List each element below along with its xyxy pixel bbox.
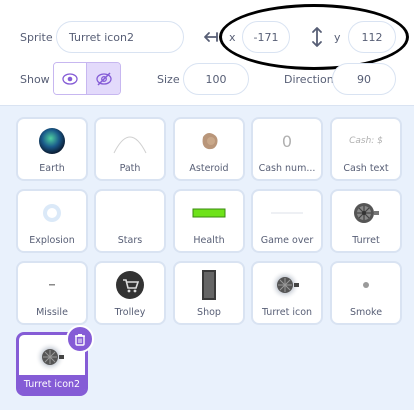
visibility-toggle-group: [53, 62, 121, 95]
sprite-tile[interactable]: Game over: [251, 189, 323, 253]
eye-icon: [62, 72, 78, 85]
sprite-tile[interactable]: Stars: [94, 189, 166, 253]
sprite-tile[interactable]: Smoke: [330, 261, 402, 325]
eye-slash-icon: [95, 71, 112, 86]
earth-icon: [18, 123, 86, 159]
sprite-tile[interactable]: Path: [94, 117, 166, 181]
sprite-tile-name: Smoke: [349, 307, 383, 318]
size-label: Size: [157, 73, 180, 86]
sprite-tile-name: Cash num...: [258, 163, 316, 174]
sprite-name-input[interactable]: Turret icon2: [56, 21, 184, 53]
show-hidden-button[interactable]: [87, 63, 120, 94]
sprite-tile-name: Cash text: [343, 163, 389, 174]
x-label: x: [229, 31, 236, 44]
thumbnail-text: 0: [281, 131, 293, 151]
asteroid-icon: [175, 123, 243, 159]
sprite-tile[interactable]: Shop: [173, 261, 245, 325]
sprite-tile[interactable]: Health: [173, 189, 245, 253]
trolley-icon: [96, 267, 164, 303]
sprite-info-panel: Sprite Turret icon2 x -171 y 112 Show Si…: [0, 0, 414, 106]
trash-icon: [75, 333, 85, 346]
sprite-tile-name: Path: [119, 163, 141, 174]
sprite-tile-name: Game over: [260, 235, 314, 246]
cash-text-icon: Cash: $: [332, 123, 400, 159]
sprite-tile-name: Turret: [352, 235, 380, 246]
stars-icon: [96, 195, 164, 231]
sprite-label: Sprite: [20, 31, 53, 44]
shop-icon: [175, 267, 243, 303]
sprite-tile-name: Missile: [36, 307, 68, 318]
thumbnail-text: Cash: $: [349, 136, 383, 146]
sprite-tile[interactable]: Asteroid: [173, 117, 245, 181]
game-over-icon: [253, 195, 321, 231]
sprite-tile-name: Asteroid: [189, 163, 229, 174]
sprite-tile[interactable]: 0 Cash num...: [251, 117, 323, 181]
sprite-tile[interactable]: Turret icon: [251, 261, 323, 325]
sprite-tile-name: Explosion: [29, 235, 75, 246]
x-input[interactable]: -171: [242, 21, 290, 53]
sprite-tile-name: Stars: [117, 235, 143, 246]
sprite-tile[interactable]: Trolley: [94, 261, 166, 325]
smoke-icon: [332, 267, 400, 303]
show-label: Show: [20, 73, 50, 86]
turret-glow-icon: [253, 267, 321, 303]
sprite-tile-name: Earth: [39, 163, 65, 174]
sprite-tile-name: Shop: [197, 307, 221, 318]
sprite-tile[interactable]: Turret: [330, 189, 402, 253]
size-input[interactable]: 100: [183, 63, 249, 95]
turret-icon: [332, 195, 400, 231]
y-arrow-icon: [312, 27, 322, 47]
sprite-tile[interactable]: Cash: $ Cash text: [330, 117, 402, 181]
digit-zero-icon: 0: [253, 123, 321, 159]
x-arrow-icon: [204, 32, 218, 42]
show-visible-button[interactable]: [54, 63, 87, 94]
delete-sprite-button[interactable]: [66, 325, 94, 353]
y-input[interactable]: 112: [348, 21, 396, 53]
health-bar-icon: [175, 195, 243, 231]
sprite-tile-name: Trolley: [114, 307, 146, 318]
direction-input[interactable]: 90: [332, 63, 396, 95]
sprite-tile[interactable]: Explosion: [16, 189, 88, 253]
direction-label: Direction: [284, 73, 334, 86]
sprite-tile[interactable]: Missile: [16, 261, 88, 325]
explosion-icon: [18, 195, 86, 231]
y-label: y: [334, 31, 341, 44]
sprite-tile-name: Turret icon2: [23, 379, 81, 390]
missile-icon: [18, 267, 86, 303]
sprite-tile[interactable]: Earth: [16, 117, 88, 181]
path-arc-icon: [96, 123, 164, 159]
sprite-tile-name: Turret icon: [261, 307, 313, 318]
sprite-tile-name: Health: [193, 235, 225, 246]
